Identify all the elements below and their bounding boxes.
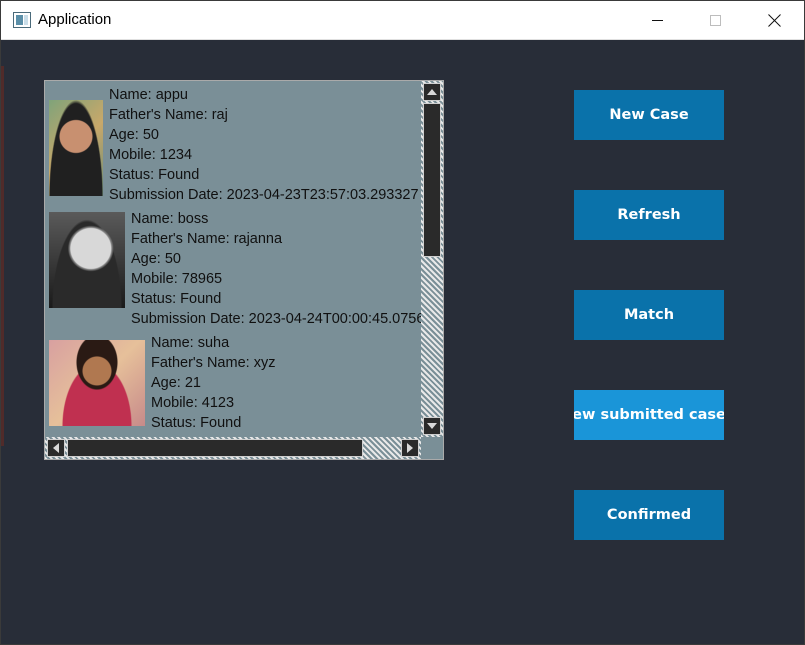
close-button[interactable] — [745, 1, 803, 40]
person-photo — [49, 340, 145, 426]
horizontal-scroll-thumb[interactable] — [67, 439, 363, 457]
case-age: Age: 50 — [109, 127, 159, 143]
match-button[interactable]: Match — [574, 290, 724, 340]
case-mobile: Mobile: 4123 — [151, 395, 235, 411]
case-mobile: Mobile: 78965 — [131, 271, 223, 287]
app-window-icon — [13, 12, 31, 28]
match-label: Match — [623, 307, 675, 323]
new-case-label: New Case — [609, 107, 689, 123]
case-name: Name: boss — [131, 211, 209, 227]
window-edge-decoration — [1, 66, 4, 446]
maximize-icon — [709, 15, 721, 26]
case-father-name: Father's Name: rajanna — [131, 231, 283, 247]
view-submitted-cases-button[interactable]: ew submitted case — [574, 390, 724, 440]
case-list-panel[interactable]: Name: appu Father's Name: raj Age: 50 Mo… — [44, 80, 444, 460]
main-content: Name: appu Father's Name: raj Age: 50 Mo… — [1, 41, 804, 644]
view-submitted-cases-label: ew submitted case — [574, 407, 724, 423]
person-photo — [49, 100, 103, 196]
minimize-icon — [651, 20, 663, 21]
case-details: Name: suha Father's Name: xyz Age: 21 Mo… — [151, 333, 275, 433]
arrow-up-icon — [427, 89, 437, 95]
confirmed-button[interactable]: Confirmed — [574, 490, 724, 540]
application-window: Application Name: appu Father's Name: ra… — [0, 0, 805, 645]
case-age: Age: 21 — [151, 375, 201, 391]
maximize-button[interactable] — [686, 1, 744, 40]
case-entry[interactable]: Name: suha Father's Name: xyz Age: 21 Mo… — [45, 333, 275, 433]
confirmed-label: Confirmed — [606, 507, 692, 523]
vertical-scrollbar[interactable] — [421, 81, 443, 437]
minimize-button[interactable] — [628, 1, 686, 40]
case-submission-date: Submission Date: 2023-04-23T23:57:03.293… — [109, 187, 419, 203]
window-title: Application — [38, 11, 112, 28]
case-details: Name: appu Father's Name: raj Age: 50 Mo… — [109, 85, 419, 205]
case-status: Status: Found — [151, 415, 242, 431]
scroll-right-button[interactable] — [401, 439, 419, 457]
arrow-right-icon — [407, 443, 413, 453]
arrow-left-icon — [53, 443, 59, 453]
case-status: Status: Found — [109, 167, 200, 183]
case-list[interactable]: Name: appu Father's Name: raj Age: 50 Mo… — [45, 81, 421, 437]
case-submission-date: Submission Date: 2023-04-24T00:00:45.075… — [131, 311, 421, 327]
scroll-down-button[interactable] — [423, 417, 441, 435]
refresh-label: Refresh — [617, 207, 681, 223]
scroll-left-button[interactable] — [47, 439, 65, 457]
vertical-scroll-thumb[interactable] — [423, 103, 441, 257]
case-name: Name: suha — [151, 335, 230, 351]
scroll-up-button[interactable] — [423, 83, 441, 101]
case-entry[interactable]: Name: boss Father's Name: rajanna Age: 5… — [45, 209, 421, 329]
case-entry[interactable]: Name: appu Father's Name: raj Age: 50 Mo… — [45, 85, 419, 205]
close-icon — [768, 14, 781, 27]
case-status: Status: Found — [131, 291, 222, 307]
case-father-name: Father's Name: raj — [109, 107, 228, 123]
horizontal-scrollbar[interactable] — [45, 437, 421, 459]
case-name: Name: appu — [109, 87, 188, 103]
case-mobile: Mobile: 1234 — [109, 147, 193, 163]
person-photo — [49, 212, 125, 308]
title-bar: Application — [1, 1, 804, 40]
new-case-button[interactable]: New Case — [574, 90, 724, 140]
case-father-name: Father's Name: xyz — [151, 355, 276, 371]
scrollbar-corner — [421, 437, 443, 459]
case-age: Age: 50 — [131, 251, 181, 267]
refresh-button[interactable]: Refresh — [574, 190, 724, 240]
arrow-down-icon — [427, 423, 437, 429]
case-details: Name: boss Father's Name: rajanna Age: 5… — [131, 209, 421, 329]
